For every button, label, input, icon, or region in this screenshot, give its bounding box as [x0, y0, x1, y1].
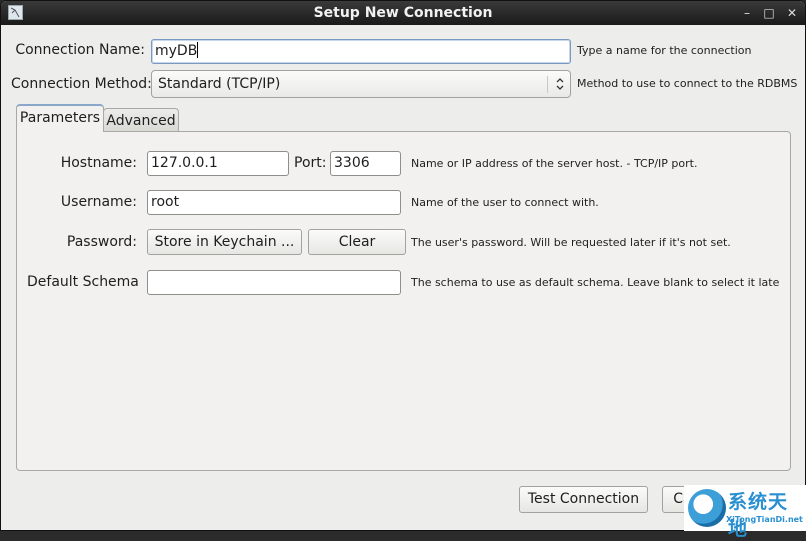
hostname-input[interactable]: 127.0.0.1 [147, 151, 289, 176]
text-cursor [197, 42, 199, 58]
hostname-port-hint: Name or IP address of the server host. -… [411, 157, 698, 170]
connection-method-label: Connection Method: [11, 76, 152, 92]
clear-password-button[interactable]: Clear [308, 229, 406, 255]
default-schema-input[interactable] [147, 270, 401, 295]
password-hint: The user's password. Will be requested l… [411, 236, 731, 249]
test-connection-button[interactable]: Test Connection [519, 486, 648, 513]
minimize-icon[interactable]: – [739, 5, 755, 21]
username-label: Username: [60, 194, 137, 210]
username-input[interactable]: root [147, 190, 401, 215]
connection-method-hint: Method to use to connect to the RDBMS [577, 77, 798, 90]
setup-connection-dialog: Setup New Connection – □ ✕ Connection Na… [0, 0, 806, 531]
window-title: Setup New Connection [313, 5, 493, 21]
connection-name-label: Connection Name: [15, 42, 145, 58]
combo-separator [547, 76, 548, 93]
connection-method-value: Standard (TCP/IP) [158, 76, 281, 92]
watermark-overlay: 系统天地 XiTongTianDi.net [684, 485, 806, 540]
updown-arrows-icon [555, 71, 565, 97]
username-hint: Name of the user to connect with. [411, 196, 599, 209]
watermark-logo-icon [688, 489, 726, 527]
connection-name-hint: Type a name for the connection [577, 44, 752, 57]
tab-advanced[interactable]: Advanced [103, 108, 179, 132]
default-schema-label: Default Schema [27, 274, 139, 290]
watermark-chinese-text: 系统天地 [728, 491, 789, 540]
port-label: Port: [294, 155, 327, 171]
maximize-icon[interactable]: □ [761, 5, 777, 21]
parameters-panel: Hostname: 127.0.0.1 Port: 3306 Name or I… [16, 131, 791, 471]
store-in-keychain-button[interactable]: Store in Keychain ... [147, 229, 302, 255]
title-bar[interactable]: Setup New Connection – □ ✕ [1, 1, 805, 25]
default-schema-hint: The schema to use as default schema. Lea… [411, 276, 780, 289]
connection-name-value: myDB [155, 43, 198, 59]
hostname-label: Hostname: [60, 155, 137, 171]
port-input[interactable]: 3306 [330, 151, 401, 176]
close-icon[interactable]: ✕ [784, 5, 800, 21]
tab-parameters[interactable]: Parameters [16, 104, 104, 132]
watermark-site-text: XiTongTianDi.net [726, 515, 803, 524]
connection-method-select[interactable]: Standard (TCP/IP) [151, 70, 571, 98]
password-label: Password: [66, 234, 137, 250]
connection-name-input[interactable]: myDB [151, 39, 571, 64]
